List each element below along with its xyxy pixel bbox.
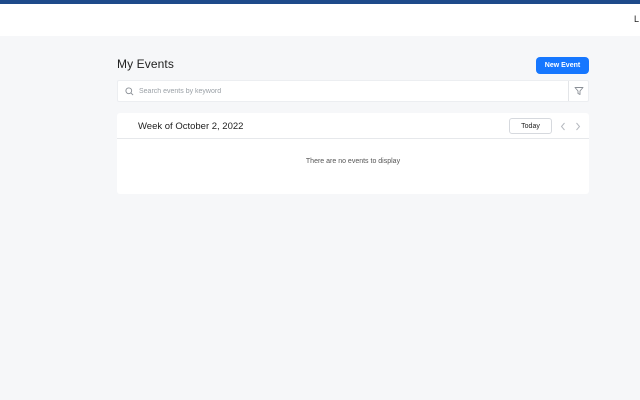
today-button[interactable]: Today [509, 118, 552, 134]
next-week-button[interactable] [573, 120, 583, 132]
top-navbar: L [0, 4, 640, 36]
search-bar [117, 80, 589, 102]
week-label: Week of October 2, 2022 [138, 121, 244, 132]
chevron-right-icon [576, 122, 581, 130]
search-icon [124, 86, 134, 96]
previous-week-button[interactable] [558, 120, 568, 132]
filter-icon [574, 87, 583, 95]
empty-events-message: There are no events to display [305, 158, 401, 165]
topbar-truncated-link[interactable]: L [634, 14, 640, 24]
new-event-button[interactable]: New Event [536, 57, 589, 74]
events-card: Week of October 2, 2022 Today There are … [117, 113, 589, 194]
chevron-left-icon [560, 122, 565, 130]
page-title: My Events [117, 57, 174, 71]
week-header: Week of October 2, 2022 Today [117, 113, 589, 139]
search-input[interactable] [139, 82, 568, 100]
filter-button[interactable] [568, 81, 588, 101]
